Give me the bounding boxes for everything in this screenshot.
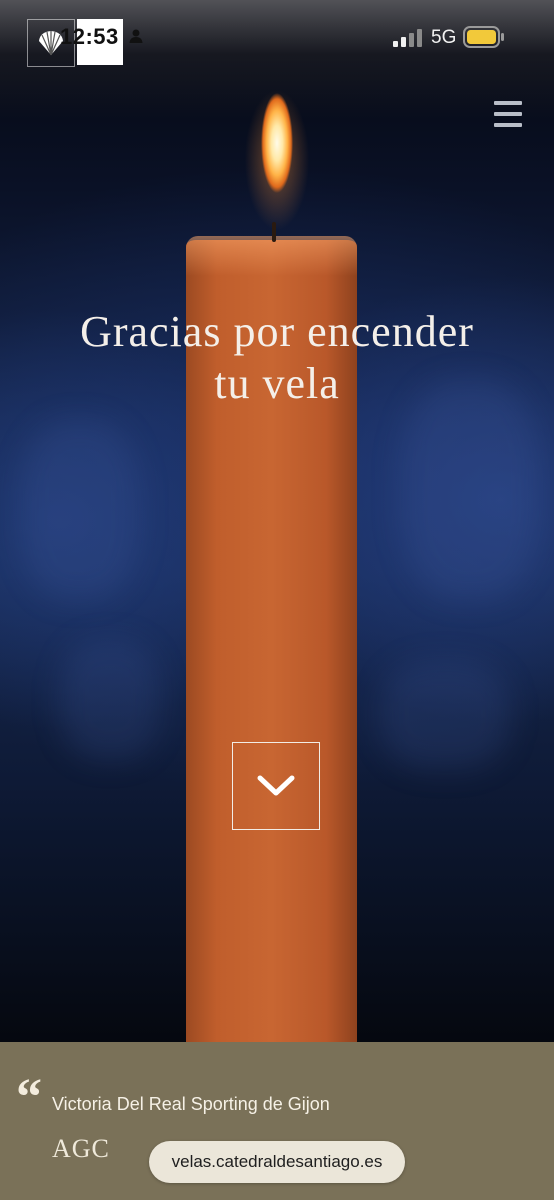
dedication-text: Victoria Del Real Sporting de Gijon	[52, 1094, 330, 1114]
headline-line-1: Gracias por encender	[80, 307, 474, 356]
page-title: Gracias por encender tu vela	[0, 306, 554, 410]
candle-top-glow	[186, 236, 357, 276]
chevron-down-icon	[257, 775, 295, 796]
scroll-down-button[interactable]	[232, 742, 320, 830]
battery-icon	[463, 26, 505, 53]
browser-url-bar[interactable]: velas.catedraldesantiago.es	[149, 1141, 405, 1183]
headline-line-2: tu vela	[214, 359, 340, 408]
signal-icon	[393, 29, 423, 52]
status-time: 12:53	[60, 24, 119, 49]
network-type: 5G	[431, 27, 457, 48]
brand-logo: AGC	[52, 1134, 110, 1163]
hamburger-menu-icon[interactable]	[494, 101, 522, 127]
status-bar: 12:53 5G	[0, 0, 554, 76]
candle-wick	[272, 222, 276, 242]
quote-mark-icon: “	[16, 1069, 42, 1126]
person-icon	[128, 28, 144, 49]
